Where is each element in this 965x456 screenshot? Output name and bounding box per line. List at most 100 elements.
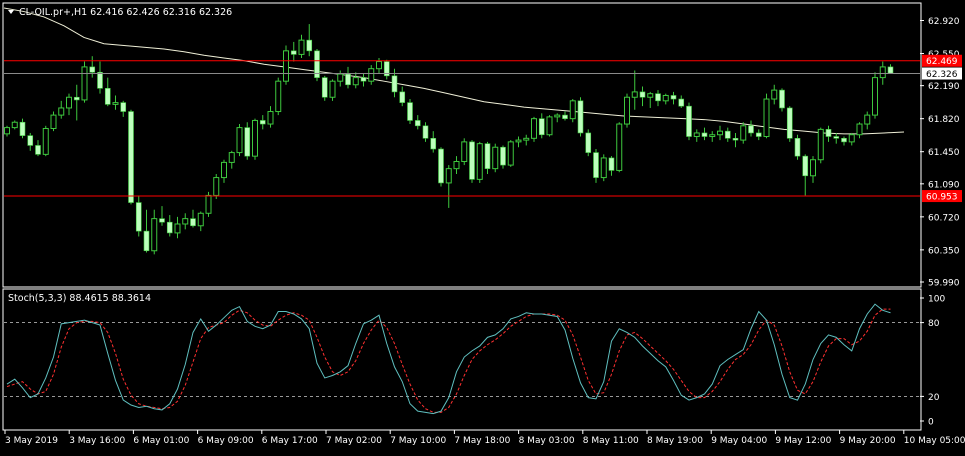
candle-body-bear	[120, 102, 127, 112]
candle-body-bear	[724, 130, 731, 139]
candle-body-bear	[755, 132, 762, 137]
candle-body-bear	[585, 132, 592, 153]
time-tick-label: 6 May 17:00	[262, 436, 318, 446]
candle-body-bull	[717, 130, 723, 136]
candle-body-bear	[345, 73, 351, 86]
candle-body-bear	[841, 138, 847, 143]
candle-body-bull	[58, 107, 65, 116]
time-tick-label: 7 May 02:00	[326, 436, 382, 446]
candle-body-bull	[197, 212, 204, 227]
candle-body-bear	[97, 71, 103, 89]
hline-price-tag-label: 62.469	[926, 57, 958, 67]
candle-body-bear	[577, 100, 584, 134]
candle-body-bear	[27, 135, 34, 146]
candle-body-bear	[360, 77, 367, 82]
candle-body-bear	[593, 152, 599, 178]
candle-body-bull	[112, 102, 119, 105]
stoch-panel-frame	[2, 288, 922, 431]
collapse-triangle-icon[interactable]	[8, 10, 14, 14]
candle-body-bull	[182, 218, 189, 225]
candle-body-bear	[794, 138, 801, 157]
candle-body-bull	[662, 94, 669, 102]
candle-body-bear	[391, 75, 398, 93]
candle-body-bull	[66, 96, 72, 109]
candle-body-bull	[461, 141, 468, 163]
candle-body-bear	[538, 118, 545, 136]
candle-body-bull	[856, 123, 863, 136]
candle-body-bear	[887, 66, 894, 74]
candle-body-bull	[693, 132, 700, 138]
candle-body-bull	[763, 98, 770, 138]
candle-body-bull	[600, 157, 607, 179]
candle-body-bull	[42, 127, 49, 155]
price-tick-label: 62.920	[928, 17, 960, 27]
candle-body-bull	[554, 114, 561, 118]
time-tick-label: 3 May 16:00	[69, 436, 125, 446]
time-tick-label: 7 May 10:00	[390, 436, 446, 446]
candle-body-bull	[864, 114, 871, 125]
candle-body-bull	[213, 177, 220, 196]
time-tick-label: 7 May 18:00	[454, 436, 510, 446]
price-tick-label: 61.090	[928, 180, 960, 190]
candle-body-bear	[159, 218, 165, 223]
candle-body-bull	[81, 66, 88, 101]
time-tick-label: 9 May 04:00	[711, 436, 767, 446]
stochastic-layer	[4, 303, 920, 415]
candle-body-bull	[817, 128, 824, 161]
candle-body-bull	[205, 194, 212, 214]
candle-body-bull	[507, 141, 514, 166]
candle-body-bull	[4, 127, 10, 135]
candle-body-bull	[771, 89, 778, 100]
candle-body-bear	[833, 136, 840, 139]
candle-body-bear	[399, 91, 406, 103]
candle-body-bear	[135, 202, 142, 232]
candle-body-bull	[368, 68, 375, 82]
stoch-tick-label: 0	[928, 418, 934, 428]
candle-body-bull	[151, 218, 158, 252]
stoch-axis: 100 80 20 0	[920, 295, 945, 428]
candle-body-bull	[236, 127, 243, 154]
candle-body-bull	[624, 96, 630, 125]
stoch-header: Stoch(5,3,3) 88.4615 88.3614	[8, 293, 151, 304]
candle-body-bull	[329, 80, 336, 98]
candle-body-bull	[298, 39, 305, 55]
time-axis: 3 May 2019 3 May 16:00 6 May 01:00 6 May 09…	[4, 430, 965, 446]
candle-body-bear	[19, 121, 26, 136]
candle-body-bear	[104, 88, 111, 105]
chart-canvas: 62.92062.55062.19061.82061.45061.09060.7…	[2, 2, 965, 446]
candle-body-bear	[786, 107, 793, 139]
candle-body-bull	[523, 137, 530, 141]
candle-body-bear	[422, 125, 429, 139]
candle-body-bull	[275, 80, 282, 113]
time-tick-label: 8 May 03:00	[519, 436, 575, 446]
horizontal-lines-layer	[4, 60, 920, 197]
candle-body-bull	[174, 223, 181, 234]
candle-body-bull	[445, 168, 452, 184]
stoch-tick-label: 100	[928, 295, 945, 305]
candle-body-bear	[678, 98, 685, 107]
hline-price-tag-label: 60.953	[926, 193, 958, 203]
candle-body-bull	[453, 161, 460, 170]
price-axis: 62.92062.55062.19061.82061.45061.09060.7…	[920, 17, 962, 289]
price-tick-label: 60.720	[928, 213, 960, 223]
candle-body-bear	[166, 221, 173, 234]
candle-body-bear	[608, 157, 615, 171]
candle-body-bear	[670, 95, 677, 100]
symbol-header: CL-OIL.pr+,H1 62.416 62.426 62.316 62.32…	[19, 7, 232, 18]
candle-body-bull	[546, 116, 553, 136]
candle-body-bear	[407, 102, 413, 121]
candle-body-bear	[73, 96, 80, 101]
stoch-tick-label: 20	[928, 393, 940, 403]
price-tick-label: 59.990	[928, 279, 960, 289]
candle-body-bear	[89, 66, 96, 73]
candle-body-bear	[190, 218, 196, 227]
candle-body-bull	[515, 139, 522, 143]
candle-body-bear	[259, 120, 266, 125]
candle-body-bear	[321, 77, 328, 98]
candle-body-bear	[484, 143, 491, 169]
candle-body-bull	[376, 61, 382, 70]
candle-body-bull	[616, 123, 623, 171]
candle-body-bull	[740, 125, 747, 141]
price-tick-label: 60.350	[928, 246, 960, 256]
candle-body-bear	[414, 120, 421, 127]
